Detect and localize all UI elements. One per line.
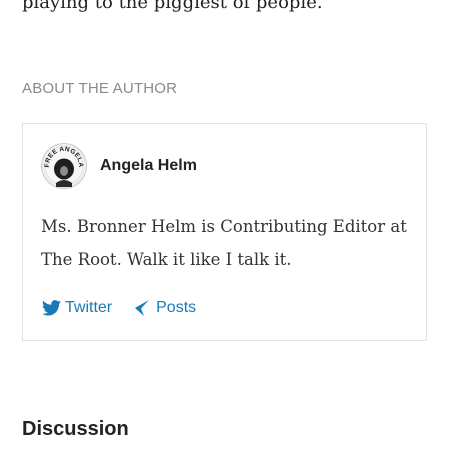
discussion-heading: Discussion [22,418,129,440]
author-bio: Ms. Bronner Helm is Contributing Editor … [41,217,407,269]
twitter-bird-icon [41,299,61,317]
twitter-link-label: Twitter [65,299,113,316]
twitter-link[interactable]: Twitter [41,299,112,317]
author-avatar[interactable]: FREE ANGELA [41,143,87,189]
free-angela-button-icon: FREE ANGELA [41,143,87,189]
author-card: FREE ANGELA Angela Helm Ms. Bronner Helm… [22,123,427,341]
author-links: Twitter Posts [41,299,196,317]
author-name[interactable]: Angela Helm [100,157,197,175]
posts-link[interactable]: Posts [132,299,196,317]
article-body-trailing-text: playing to the piggiest of people. [22,0,323,13]
author-header: FREE ANGELA Angela Helm [41,143,197,189]
kinja-posts-icon [132,299,152,317]
about-author-heading: ABOUT THE AUTHOR [22,80,178,97]
posts-link-label: Posts [156,299,197,316]
